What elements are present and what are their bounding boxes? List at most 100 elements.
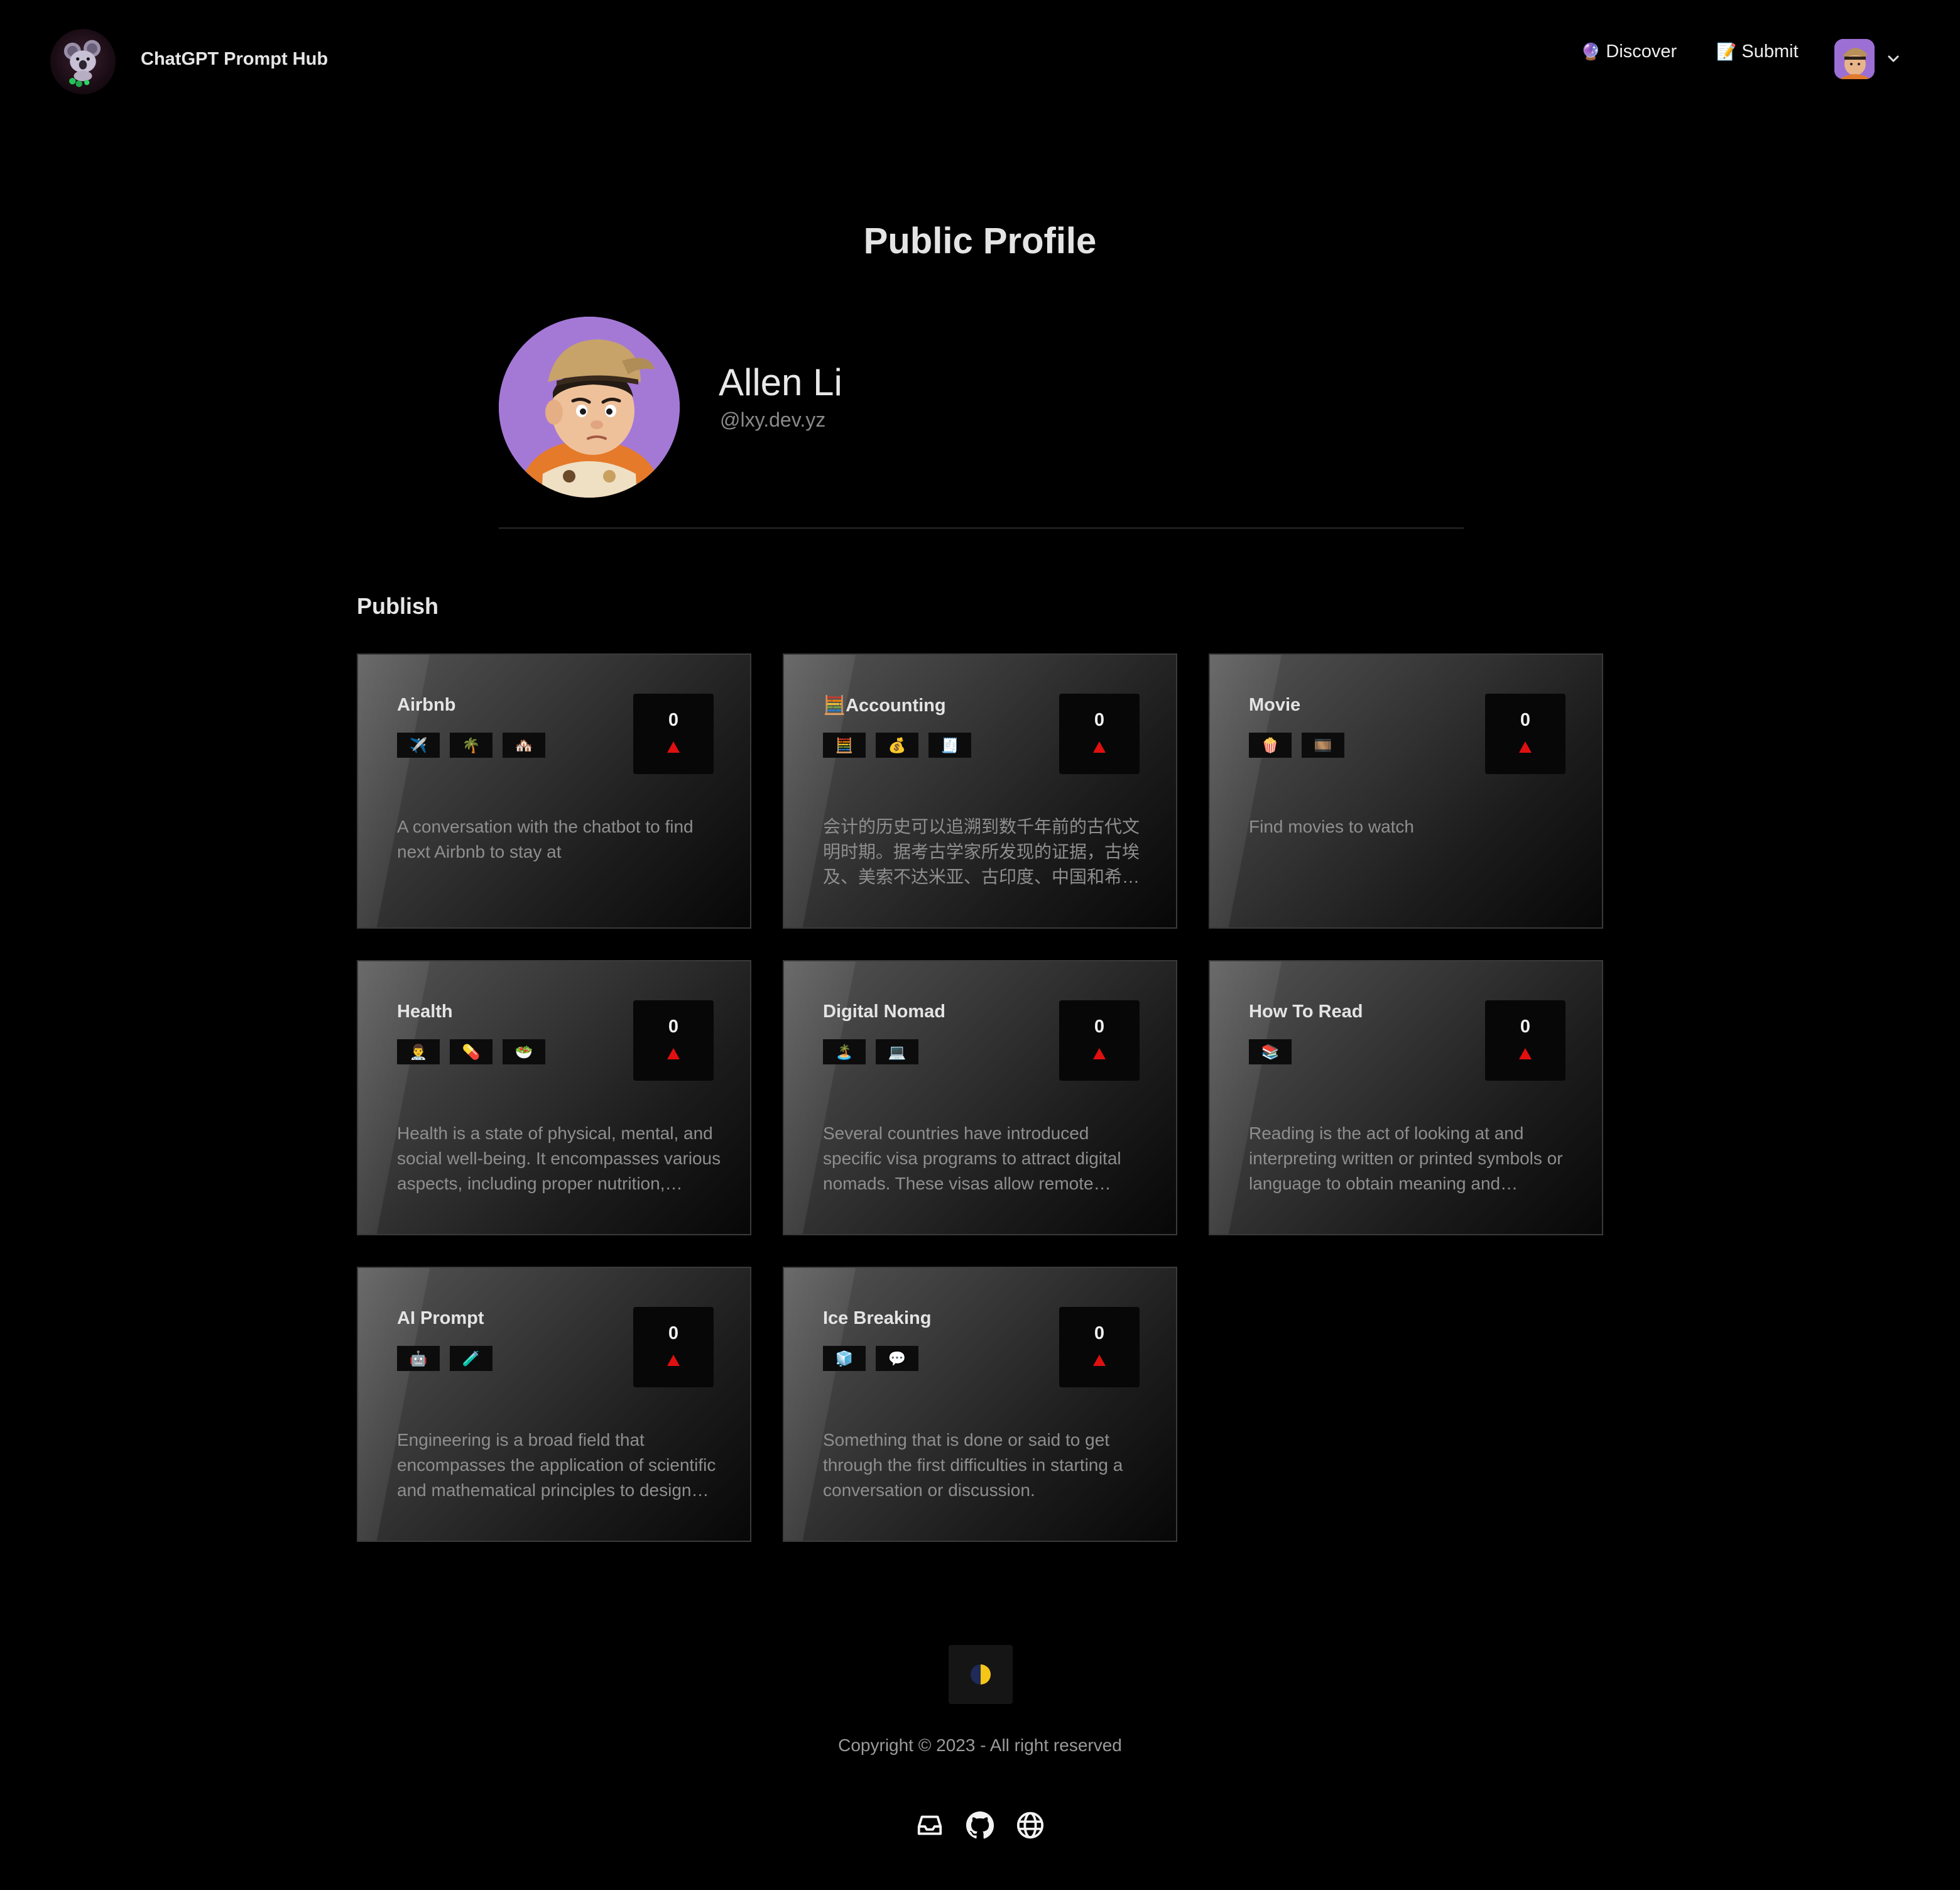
tag-receipt[interactable]: 🧾 <box>928 733 971 758</box>
upvote-button[interactable]: 0 <box>1059 694 1140 774</box>
nav-discover-label: Discover <box>1606 41 1677 62</box>
page: ChatGPT Prompt Hub 🔮 Discover 📝 Submit P… <box>0 0 1960 1890</box>
card-title: Ice Breaking <box>823 1308 931 1329</box>
card-title: Airbnb <box>397 695 455 716</box>
github-icon[interactable] <box>966 1811 994 1840</box>
card-description: A conversation with the chatbot to find … <box>397 817 694 861</box>
card-description: Health is a state of physical, mental, a… <box>397 1123 721 1193</box>
tag-robot[interactable]: 🤖 <box>397 1346 440 1371</box>
upvote-arrow-icon <box>667 1355 680 1366</box>
tag-pill[interactable]: 💊 <box>450 1039 493 1064</box>
tag-salad[interactable]: 🥗 <box>503 1039 545 1064</box>
upvote-arrow-icon <box>667 1048 680 1059</box>
profile-avatar <box>499 317 680 498</box>
prompt-card-how-to-read[interactable]: How To Read 📚 0 Reading is the act of lo… <box>1209 960 1603 1235</box>
prompt-card-ice-breaking[interactable]: Ice Breaking 🧊 💬 0 Something that is don… <box>783 1267 1177 1542</box>
upvote-arrow-icon <box>1519 1048 1532 1059</box>
copyright-text: Copyright © 2023 - All right reserved <box>838 1735 1122 1755</box>
upvote-button[interactable]: 0 <box>1485 694 1565 774</box>
card-title-text: Airbnb <box>397 695 456 715</box>
card-title: AI Prompt <box>397 1308 484 1329</box>
tag-books[interactable]: 📚 <box>1249 1039 1292 1064</box>
card-description: 会计的历史可以追溯到数千年前的古代文明时期。据考古学家所发现的证据，古埃及、美索… <box>823 817 1140 887</box>
memo-icon: 📝 <box>1716 42 1737 61</box>
card-tags: 🤖 🧪 <box>397 1346 493 1371</box>
prompt-card-accounting[interactable]: 🧮Accounting 🧮 💰 🧾 0 会计的历史可以追溯到数千年前的古代文明时… <box>783 653 1177 929</box>
upvote-button[interactable]: 0 <box>1059 1307 1140 1387</box>
upvote-arrow-icon <box>667 741 680 753</box>
card-tags: 🏝️ 💻 <box>823 1039 918 1064</box>
card-title: 🧮Accounting <box>823 695 946 716</box>
chevron-down-icon[interactable] <box>1886 52 1901 67</box>
profile-handle: @lxy.dev.yz <box>720 408 826 431</box>
tag-test-tube[interactable]: 🧪 <box>450 1346 493 1371</box>
user-avatar[interactable] <box>1834 39 1875 79</box>
card-title: Health <box>397 1002 453 1022</box>
vote-count: 0 <box>668 1323 679 1343</box>
brand-name[interactable]: ChatGPT Prompt Hub <box>141 49 328 70</box>
card-title-text: Accounting <box>846 696 946 716</box>
tag-money-bag[interactable]: 💰 <box>876 733 918 758</box>
tag-houses[interactable]: 🏘️ <box>503 733 545 758</box>
card-title-text: Digital Nomad <box>823 1002 945 1022</box>
tag-doctor[interactable]: 👨‍⚕️ <box>397 1039 440 1064</box>
nav-submit[interactable]: 📝 Submit <box>1716 41 1799 62</box>
theme-toggle-button[interactable] <box>949 1645 1013 1704</box>
card-description: Something that is done or said to get th… <box>823 1430 1123 1500</box>
upvote-arrow-icon <box>1093 1048 1106 1059</box>
profile-name: Allen Li <box>719 361 842 403</box>
card-title-text: Ice Breaking <box>823 1308 932 1328</box>
vote-count: 0 <box>1520 710 1531 730</box>
tag-ice[interactable]: 🧊 <box>823 1346 866 1371</box>
half-moon-icon <box>971 1664 991 1685</box>
card-title-text: Movie <box>1249 695 1301 715</box>
tag-film[interactable]: 🎞️ <box>1302 733 1344 758</box>
card-title: Movie <box>1249 695 1300 716</box>
nav-submit-label: Submit <box>1741 41 1799 62</box>
logo-icon[interactable] <box>50 29 116 94</box>
tag-popcorn[interactable]: 🍿 <box>1249 733 1292 758</box>
upvote-button[interactable]: 0 <box>633 1307 714 1387</box>
card-tags: 📚 <box>1249 1039 1292 1064</box>
card-description: Engineering is a broad field that encomp… <box>397 1430 716 1500</box>
upvote-button[interactable]: 0 <box>633 694 714 774</box>
vote-count: 0 <box>1094 1323 1105 1343</box>
vote-count: 0 <box>668 710 679 730</box>
card-description: Several countries have introduced specif… <box>823 1123 1121 1193</box>
card-title: How To Read <box>1249 1002 1363 1022</box>
card-tags: 🧊 💬 <box>823 1346 918 1371</box>
tag-palm-tree[interactable]: 🌴 <box>450 733 493 758</box>
prompt-card-digital-nomad[interactable]: Digital Nomad 🏝️ 💻 0 Several countries h… <box>783 960 1177 1235</box>
tag-airplane[interactable]: ✈️ <box>397 733 440 758</box>
tag-island[interactable]: 🏝️ <box>823 1039 866 1064</box>
globe-icon[interactable] <box>1016 1811 1045 1840</box>
vote-count: 0 <box>668 1017 679 1037</box>
upvote-arrow-icon <box>1093 1355 1106 1366</box>
card-tags: 👨‍⚕️ 💊 🥗 <box>397 1039 545 1064</box>
page-title: Public Profile <box>863 221 1097 261</box>
upvote-arrow-icon <box>1519 741 1532 753</box>
vote-count: 0 <box>1094 1017 1105 1037</box>
card-tags: ✈️ 🌴 🏘️ <box>397 733 545 758</box>
tag-speech-bubble[interactable]: 💬 <box>876 1346 918 1371</box>
tag-abacus[interactable]: 🧮 <box>823 733 866 758</box>
prompt-card-ai-prompt[interactable]: AI Prompt 🤖 🧪 0 Engineering is a broad f… <box>357 1267 751 1542</box>
nav-discover[interactable]: 🔮 Discover <box>1581 41 1677 62</box>
card-description: Find movies to watch <box>1249 817 1414 836</box>
card-title-text: AI Prompt <box>397 1308 484 1328</box>
inbox-icon[interactable] <box>915 1811 944 1840</box>
card-title-text: Health <box>397 1002 453 1022</box>
upvote-arrow-icon <box>1093 741 1106 753</box>
tag-laptop[interactable]: 💻 <box>876 1039 918 1064</box>
card-tags: 🍿 🎞️ <box>1249 733 1344 758</box>
card-description: Reading is the act of looking at and int… <box>1249 1123 1563 1193</box>
upvote-button[interactable]: 0 <box>1059 1000 1140 1081</box>
prompt-card-airbnb[interactable]: Airbnb ✈️ 🌴 🏘️ 0 A conversation with the… <box>357 653 751 929</box>
vote-count: 0 <box>1094 710 1105 730</box>
upvote-button[interactable]: 0 <box>1485 1000 1565 1081</box>
prompt-card-health[interactable]: Health 👨‍⚕️ 💊 🥗 0 Health is a state of p… <box>357 960 751 1235</box>
upvote-button[interactable]: 0 <box>633 1000 714 1081</box>
profile-divider <box>499 527 1464 529</box>
prompt-card-movie[interactable]: Movie 🍿 🎞️ 0 Find movies to watch <box>1209 653 1603 929</box>
card-title-text: How To Read <box>1249 1002 1363 1022</box>
